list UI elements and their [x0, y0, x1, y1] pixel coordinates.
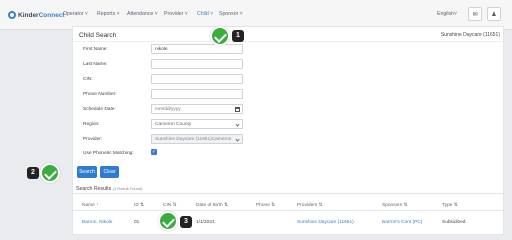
- calendar-icon[interactable]: [235, 107, 240, 112]
- region-label: Region:: [83, 122, 100, 127]
- result-provider-link[interactable]: Sunshine Daycare (11651): [297, 220, 354, 225]
- step-1-label: 1: [232, 30, 244, 42]
- results-table: [72, 193, 504, 235]
- step-3-check-icon: [158, 211, 178, 231]
- nav-child[interactable]: Child ˅: [197, 11, 213, 17]
- panel-divider: [73, 41, 503, 42]
- result-sponsor-link[interactable]: Barron's Cont (PC): [382, 220, 422, 225]
- first-name-input[interactable]: nikole: [151, 44, 243, 54]
- user-button[interactable]: ♟: [487, 7, 501, 21]
- logo-text-kinder: Kinder: [18, 11, 39, 19]
- last-name-label: Last Name:: [83, 62, 108, 67]
- result-name-link[interactable]: Barron, Nikole: [82, 220, 112, 225]
- col-providers[interactable]: Providers ⇅: [297, 203, 323, 208]
- col-type[interactable]: Type ⇅: [442, 203, 458, 208]
- user-icon: ♟: [491, 11, 497, 18]
- cin-input[interactable]: [151, 74, 243, 84]
- phonetic-checkbox[interactable]: ✓: [151, 149, 157, 155]
- region-select[interactable]: Cameron County: [151, 119, 243, 129]
- nav-reports[interactable]: Reports ˅: [97, 11, 120, 17]
- result-id: 01: [134, 220, 140, 225]
- provider-label: Provider:: [83, 137, 103, 142]
- step-2-check-icon: [40, 163, 60, 183]
- logo-icon: [8, 11, 16, 19]
- phone-label: Phone Number:: [83, 92, 117, 97]
- mail-icon: ✉: [472, 11, 478, 18]
- results-count: (1 Result Found): [112, 186, 143, 191]
- nav-sponsor[interactable]: Sponsor ˅: [219, 11, 243, 17]
- phone-input[interactable]: [151, 89, 243, 99]
- last-name-input[interactable]: [151, 59, 243, 69]
- kinderconnect-logo[interactable]: Kinder Connect: [8, 10, 65, 20]
- step-1-check-icon: [210, 26, 230, 46]
- results-title-text: Search Results: [76, 186, 112, 192]
- search-button[interactable]: Search: [77, 166, 97, 178]
- col-sponsors[interactable]: Sponsors ⇅: [382, 203, 408, 208]
- nav-provider[interactable]: Provider ˅: [164, 11, 188, 17]
- schedule-date-label: Schedule Date:: [83, 107, 116, 112]
- logo-text-connect: Connect: [38, 11, 65, 19]
- language-select[interactable]: English˅: [437, 11, 457, 17]
- result-dob: 1/1/2021: [196, 220, 215, 225]
- header-divider: [72, 210, 504, 211]
- nav-attendance[interactable]: Attendance ˅: [127, 11, 158, 17]
- col-name[interactable]: Name ↑: [82, 203, 99, 208]
- cin-label: CIN:: [83, 77, 93, 82]
- phonetic-label: Use Phonetic Matching:: [83, 151, 134, 156]
- col-phone[interactable]: Phone ⇅: [256, 203, 275, 208]
- results-title: Search Results (1 Result Found): [76, 186, 142, 192]
- provider-select[interactable]: Sunshine Daycare (11651)Cameron: [151, 134, 243, 144]
- step-2-label: 2: [27, 167, 39, 179]
- current-provider-label: Sunshine Daycare (11651): [440, 32, 500, 38]
- mail-button[interactable]: ✉: [468, 7, 482, 21]
- schedule-date-input[interactable]: mm/dd/yyyy: [151, 104, 243, 114]
- result-type: Subsidized: [442, 220, 466, 225]
- col-cin[interactable]: CIN ⇅: [163, 203, 177, 208]
- col-id[interactable]: ID ⇅: [134, 203, 144, 208]
- first-name-label: First Name:: [83, 47, 108, 52]
- nav-operator[interactable]: Operator ˅: [63, 11, 88, 17]
- schedule-date-placeholder: mm/dd/yyyy: [155, 107, 181, 112]
- step-3-label: 3: [180, 216, 192, 228]
- clear-button[interactable]: Clear: [100, 166, 119, 178]
- col-dob[interactable]: Date of Birth ⇅: [196, 203, 228, 208]
- panel-title: Child Search: [79, 32, 117, 39]
